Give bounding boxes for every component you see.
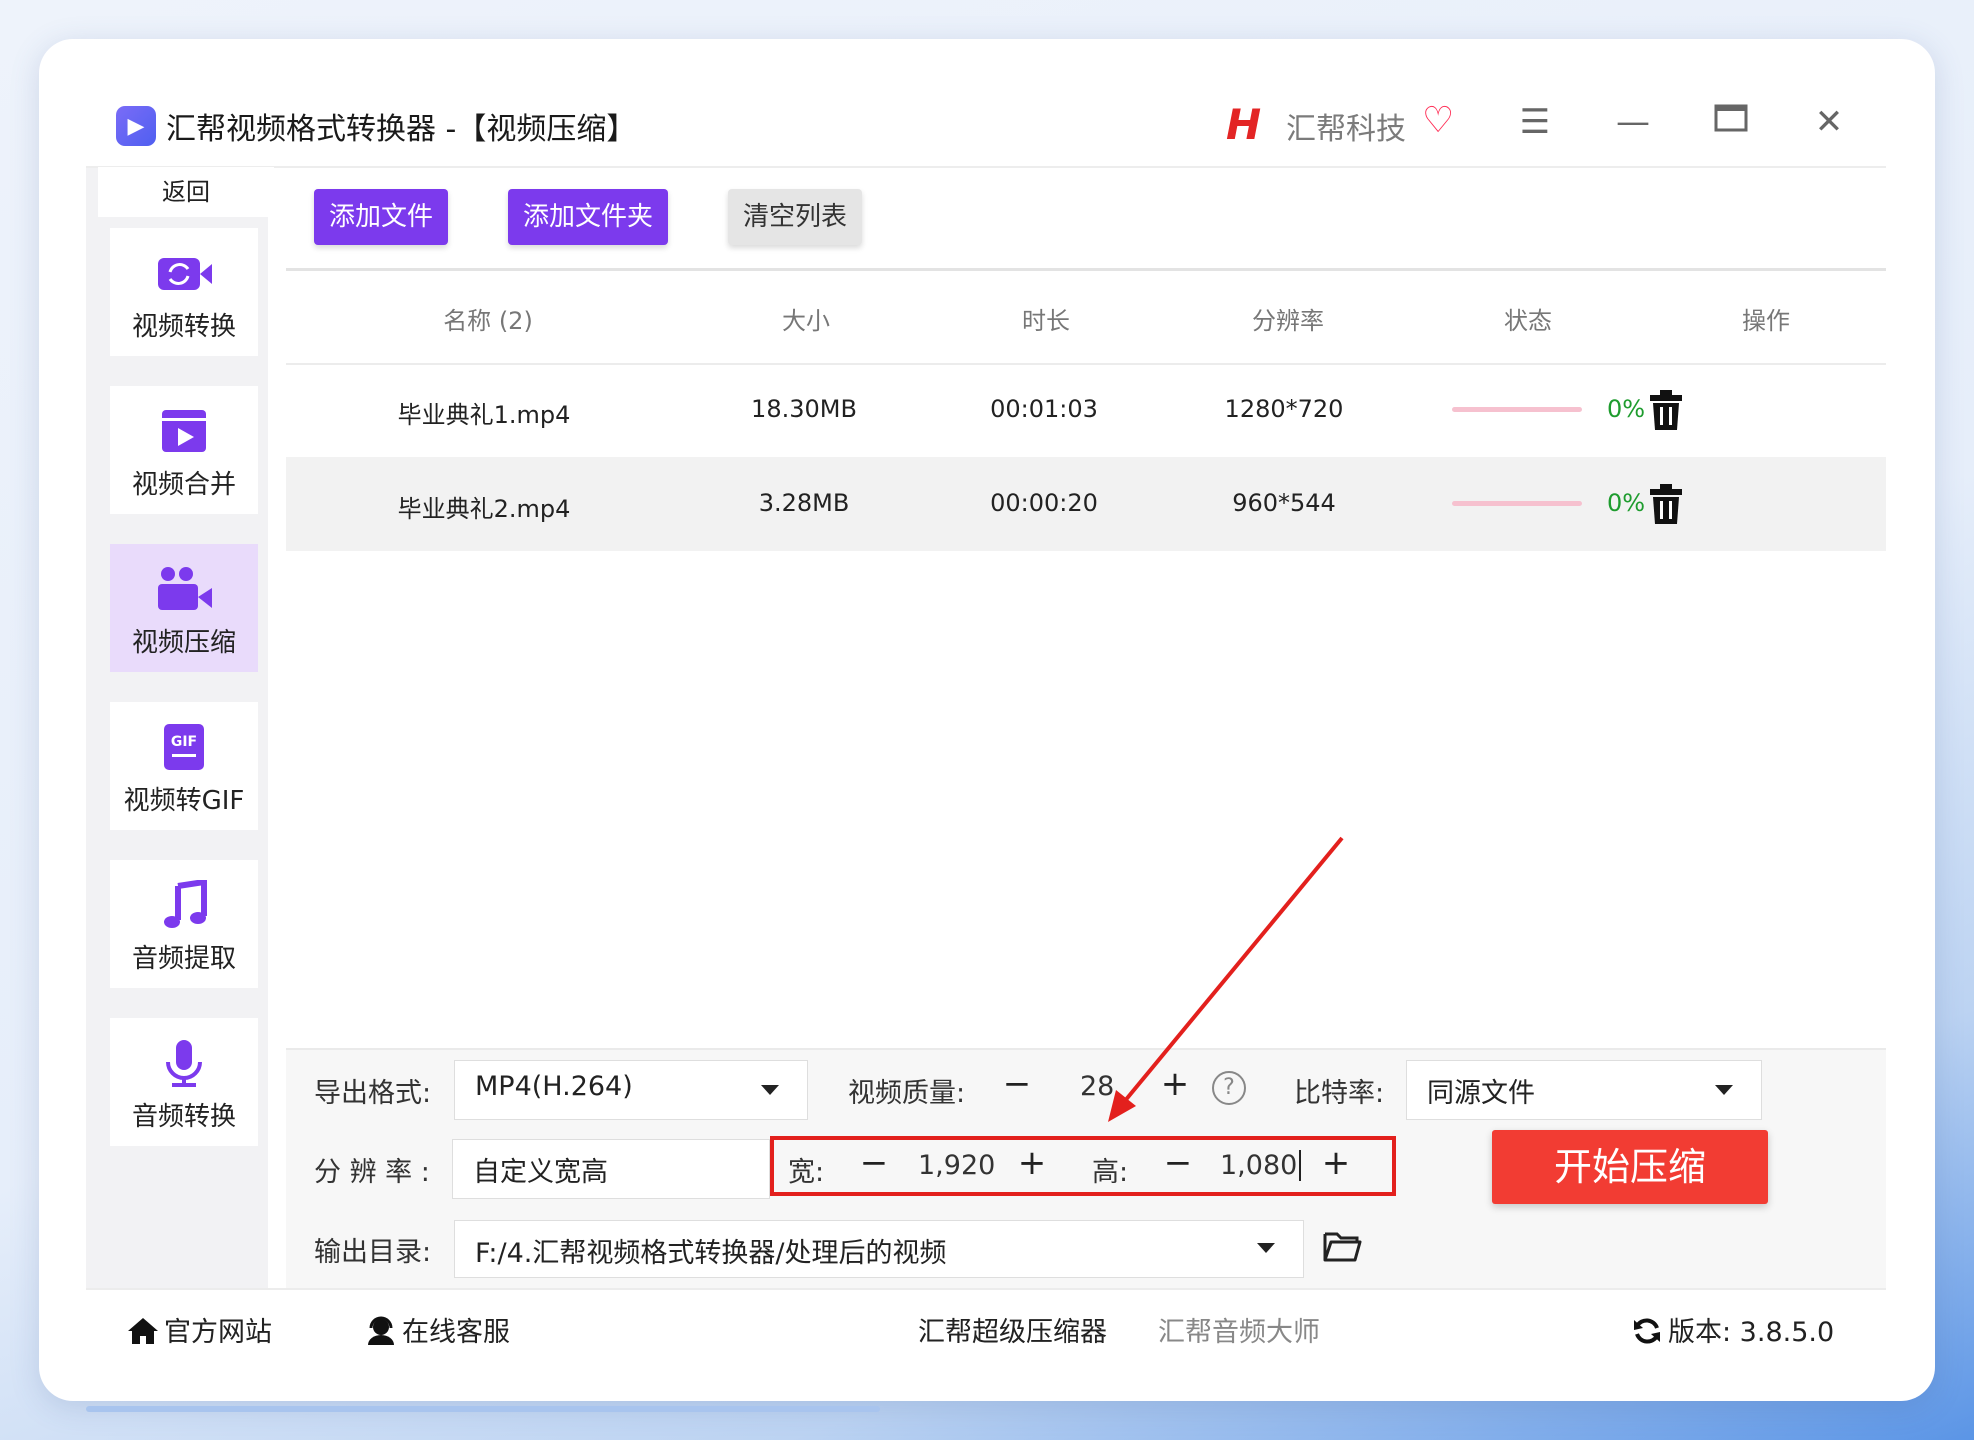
start-compress-button[interactable]: 开始压缩 bbox=[1492, 1130, 1768, 1204]
col-status: 状态 bbox=[1504, 307, 1552, 335]
file-size: 18.30MB bbox=[751, 395, 857, 423]
support-link[interactable]: 在线客服 bbox=[364, 1310, 510, 1349]
vip-heart-icon[interactable]: ♡ bbox=[1422, 100, 1454, 141]
app-title: 汇帮视频格式转换器 -【视频压缩】 bbox=[166, 112, 637, 147]
sidebar-item-audio-extract[interactable]: 音频提取 bbox=[110, 860, 258, 988]
website-label: 官方网站 bbox=[164, 1317, 272, 1348]
format-label: 导出格式: bbox=[314, 1078, 432, 1109]
file-name: 毕业典礼1.mp4 bbox=[397, 401, 571, 429]
gif-icon: GIF bbox=[164, 724, 204, 770]
chevron-down-icon bbox=[1715, 1085, 1733, 1095]
customer-service-icon bbox=[368, 1316, 394, 1345]
minimize-icon[interactable]: — bbox=[1608, 98, 1658, 146]
progress-bar bbox=[1452, 407, 1582, 412]
bitrate-label: 比特率: bbox=[1294, 1078, 1385, 1109]
progress-bar bbox=[1452, 501, 1582, 506]
microphone-icon bbox=[166, 1040, 202, 1087]
file-duration: 00:01:03 bbox=[990, 395, 1098, 423]
quality-value[interactable]: 28 bbox=[1080, 1071, 1114, 1102]
height-label: 高: bbox=[1092, 1157, 1129, 1188]
refresh-icon bbox=[1634, 1318, 1660, 1344]
resolution-label: 分 辨 率 : bbox=[314, 1157, 430, 1188]
sidebar-item-label: 视频转GIF bbox=[123, 786, 245, 816]
audio-master-link[interactable]: 汇帮音频大师 bbox=[1158, 1310, 1320, 1349]
col-name[interactable]: 名称 (2) bbox=[388, 301, 588, 336]
sidebar-item-label: 音频提取 bbox=[131, 944, 236, 974]
table-header: 名称 (2) 大小 时长 分辨率 状态 操作 bbox=[286, 271, 1886, 365]
quality-decrease-button[interactable]: − bbox=[997, 1064, 1037, 1104]
version-label: 版本: 3.8.5.0 bbox=[1668, 1317, 1835, 1348]
width-decrease-button[interactable]: − bbox=[854, 1143, 894, 1183]
brand-logo-icon: H bbox=[1226, 100, 1262, 149]
trash-icon[interactable] bbox=[1648, 483, 1684, 525]
width-increase-button[interactable]: + bbox=[1012, 1143, 1052, 1183]
help-icon[interactable]: ? bbox=[1212, 1071, 1246, 1105]
folder-open-icon[interactable] bbox=[1322, 1228, 1362, 1264]
format-select[interactable]: MP4(H.264) bbox=[454, 1060, 808, 1120]
table-row[interactable]: 毕业典礼2.mp4 3.28MB 00:00:20 960*544 0% bbox=[286, 457, 1886, 551]
video-convert-icon bbox=[158, 258, 212, 290]
music-note-icon bbox=[164, 880, 207, 928]
svg-text:GIF: GIF bbox=[171, 734, 197, 750]
video-merge-icon bbox=[162, 410, 206, 452]
sidebar-item-label: 视频转换 bbox=[131, 312, 236, 342]
back-button[interactable]: 返回 bbox=[98, 167, 274, 217]
file-resolution: 960*544 bbox=[1232, 489, 1336, 517]
toolbar: 添加文件 添加文件夹 清空列表 bbox=[286, 166, 1886, 271]
app-logo-icon: ▶ bbox=[116, 106, 156, 146]
brand-name: 汇帮科技 bbox=[1286, 112, 1406, 147]
width-label: 宽: bbox=[788, 1157, 825, 1188]
col-duration[interactable]: 时长 bbox=[946, 301, 1146, 336]
col-size[interactable]: 大小 bbox=[706, 301, 906, 336]
table-row[interactable]: 毕业典礼1.mp4 18.30MB 00:01:03 1280*720 0% bbox=[286, 363, 1886, 457]
output-dir-select[interactable]: F:/4.汇帮视频格式转换器/处理后的视频 bbox=[454, 1220, 1304, 1278]
height-increase-button[interactable]: + bbox=[1316, 1143, 1356, 1183]
website-link[interactable]: 官方网站 bbox=[126, 1310, 272, 1349]
horizontal-scrollbar[interactable] bbox=[86, 1406, 880, 1412]
sidebar-item-label: 音频转换 bbox=[131, 1102, 236, 1132]
sidebar-item-label: 视频合并 bbox=[131, 470, 236, 500]
format-value: MP4(H.264) bbox=[475, 1071, 633, 1102]
height-decrease-button[interactable]: − bbox=[1158, 1143, 1198, 1183]
sidebar-item-gif[interactable]: GIF 视频转GIF bbox=[110, 702, 258, 830]
sidebar-item-video-merge[interactable]: 视频合并 bbox=[110, 386, 258, 514]
version-info[interactable]: 版本: 3.8.5.0 bbox=[1630, 1310, 1834, 1349]
chevron-down-icon bbox=[761, 1085, 779, 1095]
support-label: 在线客服 bbox=[402, 1317, 510, 1348]
compressor-link[interactable]: 汇帮超级压缩器 bbox=[918, 1310, 1107, 1349]
bitrate-value: 同源文件 bbox=[1427, 1078, 1535, 1109]
file-resolution: 1280*720 bbox=[1224, 395, 1344, 423]
resolution-select[interactable]: 自定义宽高 bbox=[452, 1139, 770, 1199]
maximize-icon[interactable] bbox=[1706, 98, 1756, 146]
sidebar-item-label: 视频压缩 bbox=[131, 628, 236, 658]
sidebar-item-video-compress[interactable]: 视频压缩 bbox=[110, 544, 258, 672]
home-icon bbox=[128, 1318, 158, 1344]
clear-list-button[interactable]: 清空列表 bbox=[728, 189, 862, 245]
quality-increase-button[interactable]: + bbox=[1155, 1064, 1195, 1104]
chevron-down-icon bbox=[1257, 1243, 1275, 1253]
close-icon[interactable]: ✕ bbox=[1804, 98, 1854, 146]
trash-icon[interactable] bbox=[1648, 389, 1684, 431]
file-size: 3.28MB bbox=[758, 489, 850, 517]
output-dir-value: F:/4.汇帮视频格式转换器/处理后的视频 bbox=[475, 1238, 947, 1269]
file-name: 毕业典礼2.mp4 bbox=[397, 495, 571, 523]
sidebar-item-video-convert[interactable]: 视频转换 bbox=[110, 228, 258, 356]
sidebar-item-audio-convert[interactable]: 音频转换 bbox=[110, 1018, 258, 1146]
footer: 官方网站 在线客服 汇帮超级压缩器 汇帮音频大师 版本: 3.8.5.0 bbox=[86, 1288, 1886, 1366]
col-actions: 操作 bbox=[1742, 307, 1790, 335]
resolution-value: 自定义宽高 bbox=[473, 1157, 608, 1188]
file-duration: 00:00:20 bbox=[990, 489, 1098, 517]
width-input[interactable]: 1,920 bbox=[918, 1150, 995, 1181]
col-resolution[interactable]: 分辨率 bbox=[1188, 301, 1388, 336]
quality-label: 视频质量: bbox=[848, 1078, 966, 1109]
add-file-button[interactable]: 添加文件 bbox=[314, 189, 448, 245]
menu-icon[interactable]: ☰ bbox=[1510, 98, 1560, 146]
output-label: 输出目录: bbox=[314, 1237, 432, 1268]
bitrate-select[interactable]: 同源文件 bbox=[1406, 1060, 1762, 1120]
add-folder-button[interactable]: 添加文件夹 bbox=[508, 189, 668, 245]
height-input[interactable]: 1,080 bbox=[1220, 1150, 1302, 1181]
title-bar: ▶ 汇帮视频格式转换器 -【视频压缩】 H 汇帮科技 ♡ ☰ — ✕ bbox=[86, 76, 1886, 168]
video-compress-icon bbox=[158, 567, 212, 610]
